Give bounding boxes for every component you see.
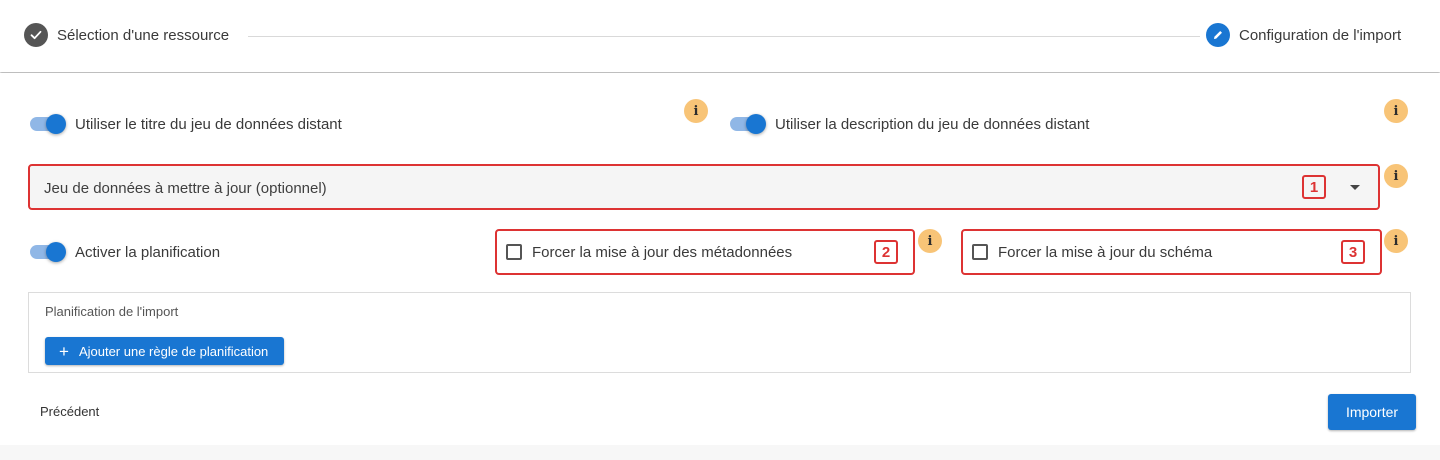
annotation-badge: 3 <box>1341 240 1365 264</box>
schedule-panel: Planification de l'import + Ajouter une … <box>28 292 1411 373</box>
info-icon[interactable]: i <box>918 229 942 253</box>
step-label: Sélection d'une ressource <box>57 26 230 44</box>
caret-down-icon[interactable] <box>1350 185 1360 190</box>
stepper-divider <box>248 36 1200 37</box>
force-metadata-checkbox[interactable] <box>506 244 522 260</box>
annotation-badge: 1 <box>1302 175 1326 199</box>
use-description-toggle-row: Utiliser la description du jeu de donnée… <box>728 112 1089 136</box>
add-schedule-rule-button[interactable]: + Ajouter une règle de planification <box>45 337 285 365</box>
schedule-label: Activer la planification <box>75 243 221 261</box>
force-schema-checkbox[interactable] <box>972 244 988 260</box>
use-title-switch[interactable] <box>28 112 66 136</box>
add-schedule-rule-label: Ajouter une règle de planification <box>78 343 269 359</box>
step-label: Configuration de l'import <box>1239 26 1402 44</box>
dataset-select[interactable]: Jeu de données à mettre à jour (optionne… <box>28 164 1380 210</box>
pencil-icon <box>1206 23 1230 47</box>
use-description-switch[interactable] <box>728 112 766 136</box>
info-icon[interactable]: i <box>1384 164 1408 188</box>
dataset-select-placeholder: Jeu de données à mettre à jour (optionne… <box>44 180 327 197</box>
force-metadata-label: Forcer la mise à jour des métadonnées <box>532 244 793 261</box>
check-icon <box>24 23 48 47</box>
stepper: Sélection d'une ressource Configuration … <box>0 0 1440 72</box>
schedule-panel-title: Planification de l'import <box>45 304 179 319</box>
force-schema-label: Forcer la mise à jour du schéma <box>998 244 1213 261</box>
plus-icon: + <box>59 341 69 361</box>
import-button[interactable]: Importer <box>1328 394 1416 430</box>
annotation-badge: 2 <box>874 240 898 264</box>
info-icon[interactable]: i <box>1384 99 1408 123</box>
info-icon[interactable]: i <box>684 99 708 123</box>
page-bottom-strip <box>0 445 1440 460</box>
use-title-toggle-row: Utiliser le titre du jeu de données dist… <box>28 112 342 136</box>
previous-button[interactable]: Précédent <box>40 404 99 419</box>
force-metadata-option: Forcer la mise à jour des métadonnées 2 <box>495 229 915 275</box>
force-schema-option: Forcer la mise à jour du schéma 3 <box>961 229 1382 275</box>
schedule-switch[interactable] <box>28 240 66 264</box>
use-description-label: Utiliser la description du jeu de donnée… <box>775 115 1090 133</box>
step-resource-selection[interactable]: Sélection d'une ressource <box>24 23 229 47</box>
use-title-label: Utiliser le titre du jeu de données dist… <box>75 115 342 133</box>
step-import-configuration[interactable]: Configuration de l'import <box>1206 23 1401 47</box>
schedule-toggle-row: Activer la planification <box>28 240 220 264</box>
info-icon[interactable]: i <box>1384 229 1408 253</box>
